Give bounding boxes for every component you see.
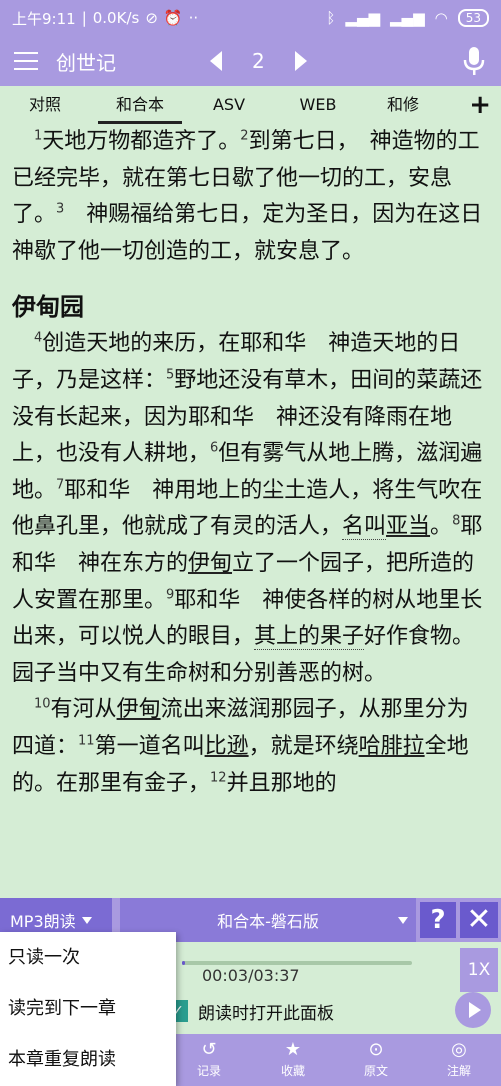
nav-label: 注解 xyxy=(446,1064,471,1078)
name-link[interactable]: 亚当 xyxy=(386,514,430,539)
status-bar: 上午9:11 | 0.0K/s ⊘ ⏰ ·· ᛒ ▂▄▆ ▂▄▆ ◠ 53 xyxy=(0,0,501,36)
place-link[interactable]: 伊甸 xyxy=(117,697,161,722)
verse-text[interactable]: 并且那地的 xyxy=(227,771,337,796)
tab-rcuv[interactable]: 和修 xyxy=(368,86,438,124)
add-version-icon[interactable]: + xyxy=(469,92,491,118)
status-time: 上午9:11 xyxy=(12,9,76,28)
audio-progress-bar[interactable] xyxy=(182,961,412,965)
verse-number[interactable]: 11 xyxy=(78,734,95,749)
verse-text: 。 xyxy=(430,514,453,540)
verse-text[interactable]: 第一道名叫 xyxy=(95,734,205,759)
menu-item-repeat-chapter[interactable]: 本章重复朗读 xyxy=(0,1034,176,1085)
verse-number[interactable]: 2 xyxy=(240,129,248,144)
nav-label: 原文 xyxy=(363,1064,388,1078)
verse-number[interactable]: 12 xyxy=(210,770,227,785)
help-button[interactable]: ? xyxy=(420,902,456,938)
history-icon: ↺ xyxy=(201,1039,217,1060)
star-icon: ★ xyxy=(284,1039,302,1060)
speed-button[interactable]: 1X xyxy=(460,948,498,992)
section-heading: 伊甸园 xyxy=(12,293,84,322)
audio-time: 00:03/03:37 xyxy=(202,966,300,985)
signal-icon-2: ▂▄▆ xyxy=(390,9,425,27)
chapter-nav: 2 xyxy=(210,49,307,73)
nav-notes[interactable]: ◎ 注解 xyxy=(424,1038,494,1079)
next-chapter-icon[interactable] xyxy=(294,51,307,71)
tab-cuv[interactable]: 和合本 xyxy=(90,86,190,124)
paragraph-2: 4创造天地的来历，在耶和华 神造天地的日子，乃是这样：5野地还没有草木，田间的菜… xyxy=(12,326,489,692)
battery-icon: 53 xyxy=(457,9,489,27)
scripture-content: 1天地万物都造齐了。2到第七日， 神造物的工已经完毕，就在第七日歇了他一切的工，… xyxy=(0,124,501,802)
tab-asv[interactable]: ASV xyxy=(190,86,268,124)
signal-icon: ▂▄▆ xyxy=(345,9,381,27)
prev-chapter-icon[interactable] xyxy=(210,51,222,71)
place-link[interactable]: 比逊 xyxy=(205,734,249,759)
close-icon[interactable]: ✕ xyxy=(460,902,498,938)
nav-label: 记录 xyxy=(196,1064,221,1078)
chapter-number[interactable]: 2 xyxy=(252,49,265,73)
place-link[interactable]: 伊甸 xyxy=(188,551,232,576)
tab-compare[interactable]: 对照 xyxy=(0,86,90,124)
annotated-phrase[interactable]: 名叫 xyxy=(342,514,387,541)
verse-text[interactable]: 天地万物都造齐了。 xyxy=(42,129,240,154)
status-separator: | xyxy=(81,9,87,27)
paragraph-3: 10有河从伊甸流出来滋润那园子，从那里分为四道：11第一道名叫比逊，就是环绕哈腓… xyxy=(12,692,489,802)
nav-favorites[interactable]: ★ 收藏 xyxy=(258,1038,328,1079)
menu-item-next-chapter[interactable]: 读完到下一章 xyxy=(0,983,176,1034)
bluetooth-icon: ᛒ xyxy=(326,9,336,27)
verse-text[interactable]: 神赐福给第七日，定为圣日，因为在这日 神歇了他一切创造的工，就安息了。 xyxy=(12,202,501,264)
verse-text[interactable]: ，就是环绕 xyxy=(249,734,359,759)
menu-icon[interactable] xyxy=(14,52,38,70)
notes-icon: ◎ xyxy=(451,1039,467,1060)
chevron-down-icon xyxy=(398,916,408,924)
chevron-down-icon xyxy=(81,916,92,924)
audio-progress-fill xyxy=(182,961,186,965)
repeat-mode-menu: 只读一次 读完到下一章 本章重复朗读 xyxy=(0,932,176,1086)
paragraph-1: 1天地万物都造齐了。2到第七日， 神造物的工已经完毕，就在第七日歇了他一切的工，… xyxy=(12,124,501,270)
menu-item-read-once[interactable]: 只读一次 xyxy=(0,932,176,983)
audio-version-label: 和合本-磐石版 xyxy=(217,912,319,931)
nav-history[interactable]: ↺ 记录 xyxy=(174,1038,244,1079)
tab-web[interactable]: WEB xyxy=(268,86,368,124)
verse-number[interactable]: 10 xyxy=(34,697,51,712)
place-link[interactable]: 哈腓拉 xyxy=(359,734,425,759)
nav-label: 收藏 xyxy=(280,1064,305,1078)
app-bar: 创世记 2 xyxy=(0,36,501,86)
verse-text[interactable]: 有河从 xyxy=(51,697,117,722)
book-title[interactable]: 创世记 xyxy=(56,47,116,76)
more-dots-icon: ·· xyxy=(188,9,199,27)
original-icon: ⊙ xyxy=(368,1039,384,1060)
wifi-icon: ◠ xyxy=(434,9,448,27)
status-network: 0.0K/s xyxy=(92,9,140,27)
mute-icon: ⊘ xyxy=(145,9,158,27)
version-tabs: 对照 和合本 ASV WEB 和修 + xyxy=(0,86,501,124)
alarm-icon: ⏰ xyxy=(163,9,183,27)
open-panel-label: 朗读时打开此面板 xyxy=(198,1004,334,1024)
mp3-mode-label: MP3朗读 xyxy=(10,912,76,931)
annotated-phrase[interactable]: 其上的果子 xyxy=(254,624,365,651)
nav-original[interactable]: ⊙ 原文 xyxy=(341,1038,411,1079)
play-icon[interactable] xyxy=(455,992,491,1028)
microphone-icon[interactable] xyxy=(463,46,485,76)
